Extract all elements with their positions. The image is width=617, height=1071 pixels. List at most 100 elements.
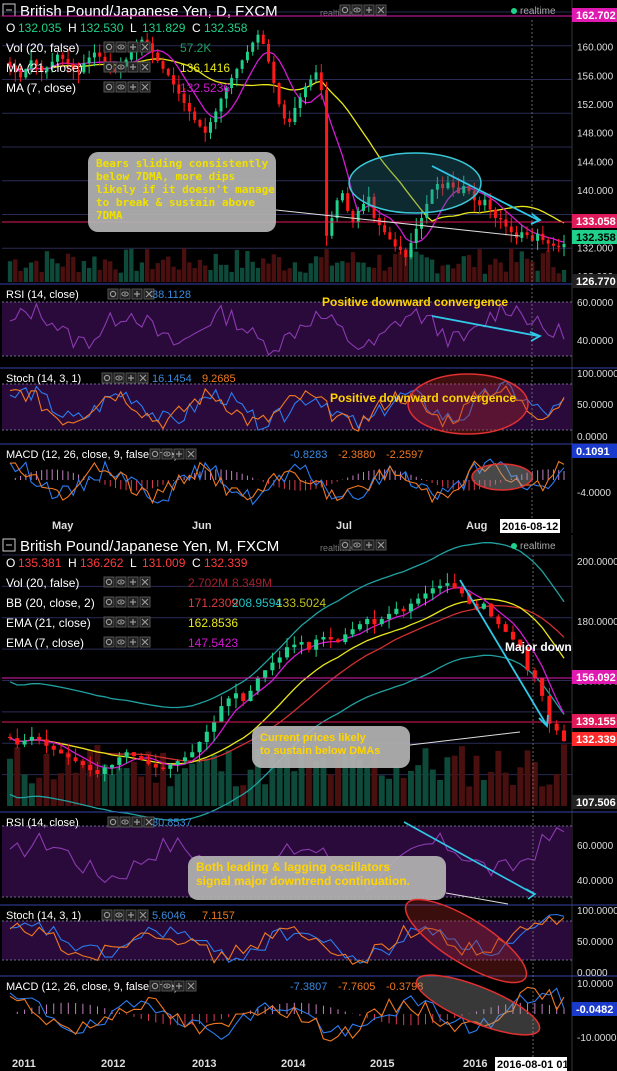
indicator-name[interactable]: MA (21, close) <box>6 61 83 75</box>
settings-gear-icon[interactable] <box>103 576 115 588</box>
settings-gear-icon[interactable] <box>103 81 115 93</box>
close-x-icon[interactable] <box>375 4 387 16</box>
settings-gear-icon[interactable] <box>149 980 161 992</box>
macd-tick-label: -10.0000 <box>577 1033 617 1044</box>
plus-icon[interactable] <box>131 816 143 828</box>
plus-icon[interactable] <box>127 81 139 93</box>
indicator-value: 147.5423 <box>188 636 238 650</box>
close-x-icon[interactable] <box>139 81 151 93</box>
close-x-icon[interactable] <box>137 909 149 921</box>
price-badge: 132.339 <box>572 732 617 746</box>
eye-icon[interactable] <box>119 816 131 828</box>
volume-bar <box>262 784 269 806</box>
indicator-name[interactable]: BB (20, close, 2) <box>6 596 95 610</box>
volume-bar <box>71 256 76 282</box>
close-x-icon[interactable] <box>139 596 151 608</box>
volume-bar <box>282 270 287 282</box>
y-tick-label: 144.000 <box>577 157 614 168</box>
settings-gear-icon[interactable] <box>149 448 161 460</box>
eye-icon[interactable] <box>161 448 173 460</box>
volume-bar <box>319 257 324 282</box>
settings-gear-icon[interactable] <box>101 909 113 921</box>
plus-icon[interactable] <box>127 636 139 648</box>
stoch-tick-label: 100.0000 <box>577 906 617 917</box>
ohlc-label: O <box>6 556 15 570</box>
candle <box>325 81 329 246</box>
eye-icon[interactable] <box>351 4 363 16</box>
close-x-icon[interactable] <box>137 372 149 384</box>
eye-icon[interactable] <box>113 909 125 921</box>
rsi-name[interactable]: RSI (14, close) <box>6 289 79 301</box>
rsi-name[interactable]: RSI (14, close) <box>6 817 79 829</box>
settings-gear-icon[interactable] <box>107 816 119 828</box>
volume-bar <box>92 256 97 282</box>
settings-gear-icon[interactable] <box>107 288 119 300</box>
plus-icon[interactable] <box>127 596 139 608</box>
settings-gear-icon[interactable] <box>103 616 115 628</box>
volume-bar <box>233 786 239 806</box>
plus-icon[interactable] <box>363 4 375 16</box>
eye-icon[interactable] <box>113 372 125 384</box>
eye-icon[interactable] <box>115 596 127 608</box>
volume-bar <box>329 265 334 282</box>
chart-title[interactable]: British Pound/Japanese Yen, M, FXCM <box>20 538 279 555</box>
settings-gear-icon[interactable] <box>339 539 351 551</box>
volume-bar <box>546 784 553 806</box>
eye-icon[interactable] <box>351 539 363 551</box>
volume-bar <box>451 268 456 282</box>
volume-bar <box>524 258 530 282</box>
plus-icon[interactable] <box>127 576 139 588</box>
stoch-name[interactable]: Stoch (14, 3, 1) <box>6 373 81 385</box>
indicator-name[interactable]: EMA (21, close) <box>6 616 91 630</box>
volume-bar <box>477 249 482 282</box>
volume-bar <box>540 253 546 282</box>
volume-bar <box>218 771 225 806</box>
settings-gear-icon[interactable] <box>103 61 115 73</box>
volume-bar <box>7 758 13 806</box>
settings-gear-icon[interactable] <box>103 41 115 53</box>
chart-title[interactable]: British Pound/Japanese Yen, D, FXCM <box>20 3 278 20</box>
eye-icon[interactable] <box>115 616 127 628</box>
close-x-icon[interactable] <box>139 41 151 53</box>
close-x-icon[interactable] <box>375 539 387 551</box>
plus-icon[interactable] <box>363 539 375 551</box>
settings-gear-icon[interactable] <box>103 636 115 648</box>
indicator-value: 132.5236 <box>180 81 230 95</box>
eye-icon[interactable] <box>115 636 127 648</box>
settings-gear-icon[interactable] <box>101 372 113 384</box>
volume-bar <box>28 783 35 806</box>
plus-icon[interactable] <box>173 980 185 992</box>
settings-gear-icon[interactable] <box>339 4 351 16</box>
eye-icon[interactable] <box>119 288 131 300</box>
price-badge-text: 132.339 <box>576 734 616 746</box>
plus-icon[interactable] <box>127 61 139 73</box>
close-x-icon[interactable] <box>185 980 197 992</box>
stoch-name[interactable]: Stoch (14, 3, 1) <box>6 910 81 922</box>
indicator-name[interactable]: EMA (7, close) <box>6 636 84 650</box>
eye-icon[interactable] <box>115 81 127 93</box>
volume-bar <box>313 256 319 282</box>
indicator-name[interactable]: Vol (20, false) <box>6 41 79 55</box>
eye-icon[interactable] <box>161 980 173 992</box>
volume-bar <box>50 779 57 806</box>
indicator-name[interactable]: Vol (20, false) <box>6 576 79 590</box>
eye-icon[interactable] <box>115 576 127 588</box>
indicator-name[interactable]: MA (7, close) <box>6 81 76 95</box>
eye-icon[interactable] <box>115 41 127 53</box>
plus-icon[interactable] <box>131 288 143 300</box>
plus-icon[interactable] <box>127 616 139 628</box>
plus-icon[interactable] <box>125 909 137 921</box>
settings-gear-icon[interactable] <box>103 596 115 608</box>
volume-bar <box>187 262 192 282</box>
plus-icon[interactable] <box>127 41 139 53</box>
close-x-icon[interactable] <box>139 616 151 628</box>
close-x-icon[interactable] <box>139 61 151 73</box>
eye-icon[interactable] <box>115 61 127 73</box>
close-x-icon[interactable] <box>139 636 151 648</box>
plus-icon[interactable] <box>125 372 137 384</box>
close-x-icon[interactable] <box>139 576 151 588</box>
plus-icon[interactable] <box>173 448 185 460</box>
close-x-icon[interactable] <box>185 448 197 460</box>
rsi-value: 30.8537 <box>152 817 192 829</box>
indicator-value: 2.702M <box>188 576 228 590</box>
